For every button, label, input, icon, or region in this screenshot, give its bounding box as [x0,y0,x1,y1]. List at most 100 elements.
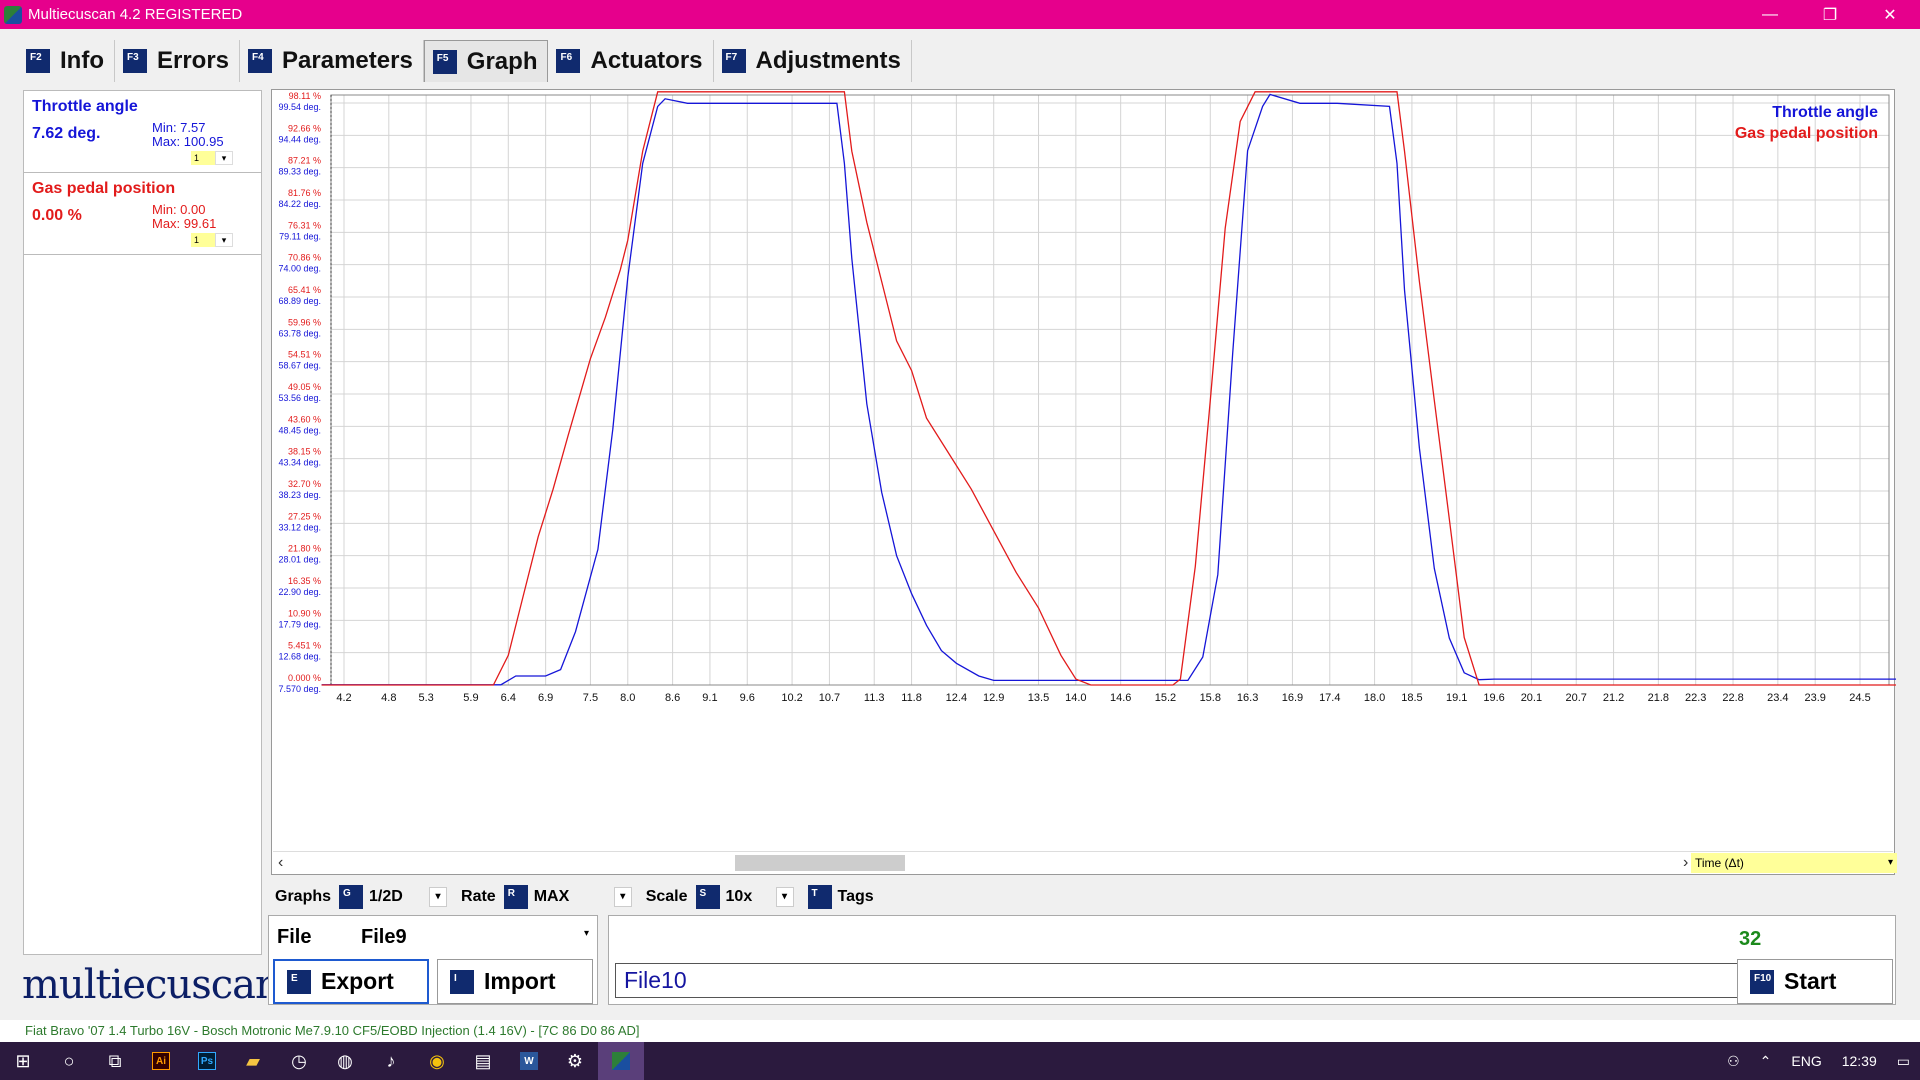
scale-value: 1 [191,151,215,165]
rate-label: Rate [461,888,496,905]
y-tick-throttle: 17.79 deg. [278,619,321,629]
scroll-left-icon[interactable]: ‹ [278,854,283,872]
y-tick-pedal: 21.80 % [288,544,321,554]
scroll-right-icon[interactable]: › [1683,854,1688,872]
notes-icon[interactable]: ▤ [460,1042,506,1080]
graphs-dropdown-icon[interactable]: ▾ [429,887,448,907]
music-icon[interactable]: ♪ [368,1042,414,1080]
chevron-up-icon[interactable]: ⌃ [1760,1053,1772,1070]
y-tick-throttle: 43.34 deg. [278,458,321,468]
tab-parameters[interactable]: F4 Parameters [240,40,424,82]
tab-label: Info [60,47,104,74]
fkey-badge: F6 [556,49,581,73]
x-tick-label: 19.1 [1446,692,1467,704]
signal-gas-pedal-position[interactable]: Gas pedal position 0.00 % Min: 0.00 Max:… [24,173,261,255]
tab-graph[interactable]: F5 Graph [423,40,549,82]
y-tick-throttle: 58.67 deg. [278,361,321,371]
x-tick-label: 22.3 [1685,692,1706,704]
timer-icon[interactable]: ◷ [276,1042,322,1080]
illustrator-icon[interactable]: Ai [138,1042,184,1080]
scale-dropdown-icon[interactable]: ▾ [775,887,794,907]
settings-icon[interactable]: ⚙ [552,1042,598,1080]
taskbar: ⊞ ○ ⧉ Ai Ps ▰ ◷ ◍ ♪ ◉ ▤ W ⚙ ⚇ ⌃ ENG 12:3… [0,1042,1920,1080]
x-tick-label: 21.2 [1603,692,1624,704]
import-label: Import [484,968,556,994]
notification-icon[interactable]: ▭ [1897,1053,1910,1070]
y-tick-throttle: 79.11 deg. [279,231,321,241]
start-button[interactable]: F10 Start [1737,959,1893,1004]
x-tick-label: 20.1 [1521,692,1542,704]
windows-start-icon[interactable]: ⊞ [0,1042,46,1080]
y-tick-pedal: 5.451 % [288,641,321,651]
signal-value: 7.62 deg. [32,125,101,142]
x-tick-label: 20.7 [1566,692,1587,704]
y-tick-throttle: 74.00 deg. [278,264,321,274]
record-panel: 32 File10 F10 Start [608,915,1896,1005]
language-indicator[interactable]: ENG [1791,1053,1821,1069]
start-label: Start [1784,968,1837,994]
y-tick-pedal: 98.11 % [289,91,321,101]
horizontal-scrollbar[interactable]: ‹ › Time (Δt) ▾ [273,851,1897,873]
y-tick-pedal: 54.51 % [288,350,321,360]
tab-adjustments[interactable]: F7 Adjustments [714,40,912,82]
file-explorer-icon[interactable]: ▰ [230,1042,276,1080]
tags-key[interactable]: T [807,885,832,909]
rate-value[interactable]: MAX [534,888,614,906]
x-tick-label: 11.3 [864,692,885,704]
y-tick-pedal: 59.96 % [288,317,321,327]
scale-key: S [695,885,720,909]
x-tick-label: 9.6 [740,692,755,704]
file-name-input[interactable]: File10 [615,963,1739,998]
status-bar: Fiat Bravo '07 1.4 Turbo 16V - Bosch Mot… [0,1020,1920,1042]
task-view-icon[interactable]: ⧉ [92,1042,138,1080]
scale-value[interactable]: 10x [726,888,776,906]
x-axis-select[interactable]: Time (Δt) ▾ [1691,853,1897,873]
multiecuscan-taskbar-icon[interactable] [598,1042,644,1080]
signal-min: Min: 0.00 [152,202,206,217]
system-tray: ⚇ ⌃ ENG 12:39 ▭ [1717,1042,1920,1080]
y-tick-throttle: 12.68 deg. [278,652,321,662]
people-icon[interactable]: ⚇ [1727,1053,1740,1070]
word-icon[interactable]: W [506,1042,552,1080]
signal-scale-select[interactable]: 1 ▾ [191,233,233,247]
y-tick-pedal: 27.25 % [288,511,321,521]
signal-list: Throttle angle 7.62 deg. Min: 7.57 Max: … [23,90,262,955]
signal-value: 0.00 % [32,207,82,224]
scroll-thumb[interactable] [735,855,905,871]
signal-scale-select[interactable]: 1 ▾ [191,151,233,165]
x-tick-label: 24.5 [1849,692,1870,704]
photoshop-glyph: Ps [198,1052,216,1070]
x-tick-label: 19.6 [1483,692,1504,704]
chevron-down-icon[interactable]: ▾ [584,928,589,939]
import-button[interactable]: I Import [437,959,593,1004]
close-button[interactable]: ✕ [1860,0,1920,29]
file-select[interactable]: File9 [361,926,407,949]
tab-info[interactable]: F2 Info [18,40,115,82]
x-tick-label: 15.2 [1155,692,1176,704]
x-tick-label: 23.9 [1804,692,1825,704]
clock[interactable]: 12:39 [1842,1053,1877,1069]
y-tick-pedal: 87.21 % [288,156,321,166]
search-icon[interactable]: ○ [46,1042,92,1080]
series-line-gas-pedal-position [321,91,1896,686]
plot-area-border [330,94,1890,686]
rate-dropdown-icon[interactable]: ▾ [613,887,632,907]
tab-label: Graph [466,47,538,75]
signal-throttle-angle[interactable]: Throttle angle 7.62 deg. Min: 7.57 Max: … [24,91,261,173]
tab-actuators[interactable]: F6 Actuators [548,40,714,82]
x-tick-label: 21.8 [1648,692,1669,704]
browser-icon[interactable]: ◍ [322,1042,368,1080]
tags-label[interactable]: Tags [838,888,874,906]
minimize-button[interactable]: — [1740,0,1800,29]
y-tick-throttle: 89.33 deg. [278,167,321,177]
chrome-icon[interactable]: ◉ [414,1042,460,1080]
graphs-value[interactable]: 1/2D [369,888,429,906]
y-tick-pedal: 81.76 % [288,188,321,198]
export-button[interactable]: E Export [273,959,429,1004]
graphs-label: Graphs [275,888,332,905]
photoshop-icon[interactable]: Ps [184,1042,230,1080]
tab-errors[interactable]: F3 Errors [115,40,241,82]
restore-button[interactable]: ❐ [1800,0,1860,29]
tab-label: Adjustments [755,47,901,74]
x-tick-label: 6.4 [501,692,516,704]
